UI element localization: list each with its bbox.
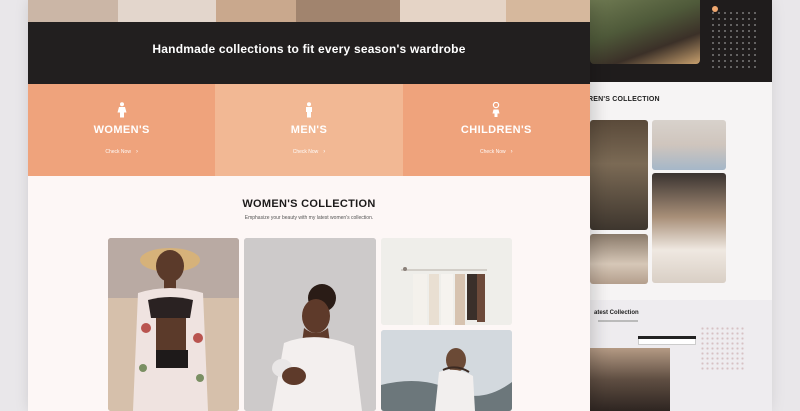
chevron-right-icon: › xyxy=(323,149,326,155)
secondary-collection-heading: REN'S COLLECTION xyxy=(588,96,660,103)
latest-collection-subtitle xyxy=(598,320,638,322)
latest-collection-heading: atest Collection xyxy=(594,310,639,316)
product-photo-beach[interactable] xyxy=(381,330,512,411)
category-label: CHILDREN'S xyxy=(460,124,532,136)
photo-illustration xyxy=(381,330,512,411)
strip-image xyxy=(506,0,590,22)
top-image-strip xyxy=(28,0,590,22)
category-childrens[interactable]: CHILDREN'S Check Now › xyxy=(402,84,590,176)
photo-illustration xyxy=(108,238,239,411)
check-now-link[interactable]: Check Now › xyxy=(480,149,513,155)
banner-title: Handmade collections to fit every season… xyxy=(152,42,466,56)
collection-subtitle: Emphasize your beauty with my latest wom… xyxy=(244,215,374,221)
latest-collection-image[interactable] xyxy=(590,348,670,411)
product-photo-white-shirt[interactable] xyxy=(244,238,376,411)
banner: Handmade collections to fit every season… xyxy=(28,22,590,84)
collection-title: WOMEN'S COLLECTION xyxy=(242,198,376,210)
dot-pattern xyxy=(700,326,744,370)
category-mens[interactable]: MEN'S Check Now › xyxy=(215,84,403,176)
chevron-right-icon: › xyxy=(135,149,138,155)
dot-pattern xyxy=(710,10,760,70)
product-photo-sunhat[interactable] xyxy=(108,238,239,411)
category-grid: WOMEN'S Check Now › MEN'S Check Now › CHIL… xyxy=(28,84,590,176)
strip-image xyxy=(400,0,506,22)
category-label: WOMEN'S xyxy=(93,124,150,136)
collection-image[interactable] xyxy=(590,120,648,230)
product-photo-clothing-rack[interactable] xyxy=(381,238,512,325)
chevron-right-icon: › xyxy=(510,149,513,155)
strip-image xyxy=(216,0,296,22)
category-womens[interactable]: WOMEN'S Check Now › xyxy=(28,84,216,176)
man-icon xyxy=(305,102,312,118)
category-label: MEN'S xyxy=(290,124,328,136)
check-now-link[interactable]: Check Now › xyxy=(293,149,326,155)
check-now-link[interactable]: Check Now › xyxy=(105,149,138,155)
collection-image[interactable] xyxy=(652,173,726,283)
strip-image xyxy=(118,0,216,22)
child-icon xyxy=(492,102,500,117)
strip-image xyxy=(28,0,118,22)
collection-image[interactable] xyxy=(652,120,726,170)
main-page: Handmade collections to fit every season… xyxy=(28,0,590,411)
secondary-page-preview: REN'S COLLECTION atest Collection xyxy=(560,0,772,411)
photo-illustration xyxy=(244,238,376,411)
photo-illustration xyxy=(381,238,512,325)
browser-window-titlebar xyxy=(638,336,696,339)
strip-image xyxy=(296,0,400,22)
collection-image[interactable] xyxy=(590,234,648,284)
woman-icon xyxy=(117,102,127,118)
secondary-hero-image xyxy=(590,0,700,64)
